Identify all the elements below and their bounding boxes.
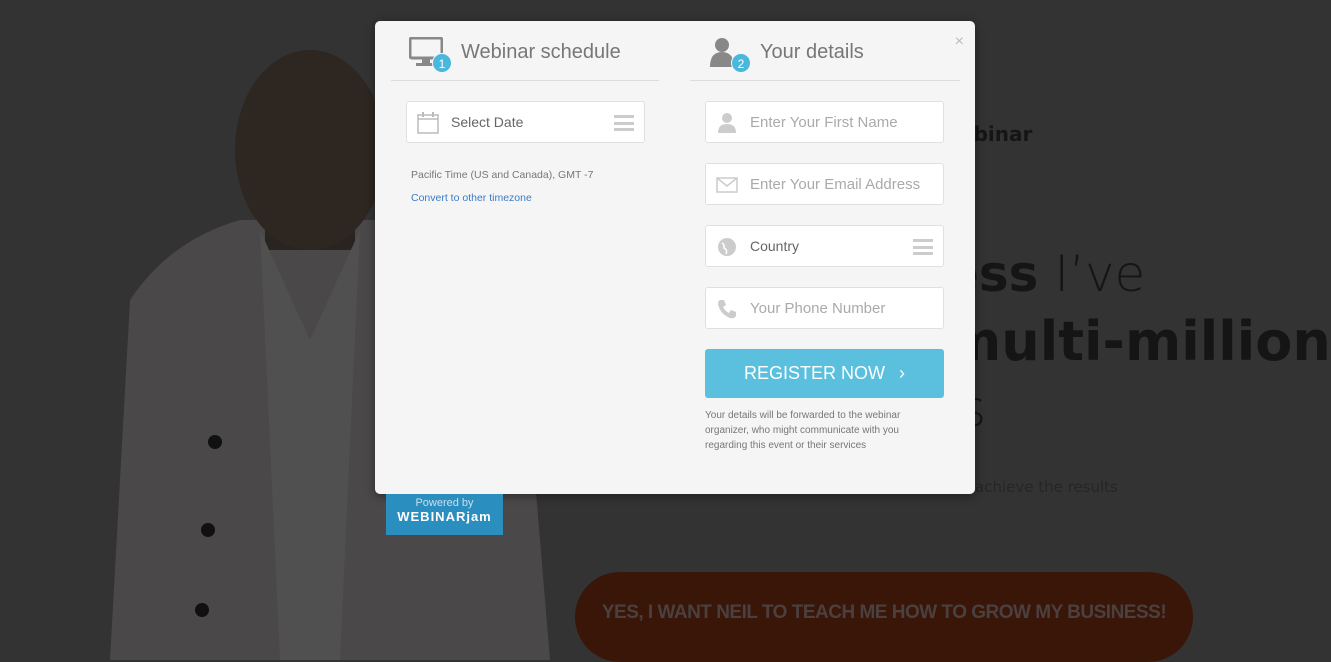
globe-icon [718, 238, 736, 256]
menu-icon [913, 239, 933, 255]
chevron-right-icon: › [899, 363, 905, 383]
select-date-dropdown[interactable]: Select Date [406, 101, 645, 143]
phone-placeholder: Your Phone Number [750, 300, 886, 317]
powered-by-text: Powered by [415, 497, 474, 509]
timezone-text: Pacific Time (US and Canada), GMT -7 [411, 169, 594, 181]
email-input[interactable]: Enter Your Email Address [705, 163, 944, 205]
phone-input[interactable]: Your Phone Number [705, 287, 944, 329]
bg-headline-line2: ess I’ve [945, 245, 1145, 303]
register-now-button[interactable]: REGISTER NOW › [705, 349, 944, 398]
details-title: Your details [760, 41, 864, 63]
phone-icon [718, 300, 736, 319]
menu-icon [614, 115, 634, 131]
bg-headline-line3: multi-million [945, 310, 1331, 373]
convert-timezone-link[interactable]: Convert to other timezone [411, 192, 532, 204]
step-badge: 1 [432, 53, 452, 73]
disclaimer-text: Your details will be forwarded to the we… [705, 410, 901, 451]
user-icon [718, 113, 736, 133]
bg-subtext: achieve the results [975, 478, 1118, 496]
bg-light: I’ve [1038, 245, 1146, 303]
registration-modal: × 1 Webinar schedule Select Date Pacific… [375, 21, 975, 494]
calendar-icon [417, 112, 439, 134]
country-dropdown[interactable]: Country [705, 225, 944, 267]
webinarjam-text: WEBINARjam [397, 509, 492, 524]
email-placeholder: Enter Your Email Address [750, 176, 921, 193]
country-label: Country [750, 238, 800, 254]
schedule-title: Webinar schedule [461, 41, 621, 63]
schedule-header: 1 Webinar schedule [391, 35, 659, 81]
register-label: REGISTER NOW [743, 363, 885, 383]
envelope-icon [716, 177, 738, 193]
step-badge: 2 [731, 53, 751, 73]
webinarjam-logo[interactable]: Powered by WEBINARjam [386, 494, 503, 535]
first-name-placeholder: Enter Your First Name [750, 114, 898, 131]
details-header: 2 Your details [690, 35, 960, 81]
select-date-label: Select Date [451, 114, 524, 130]
first-name-input[interactable]: Enter Your First Name [705, 101, 944, 143]
